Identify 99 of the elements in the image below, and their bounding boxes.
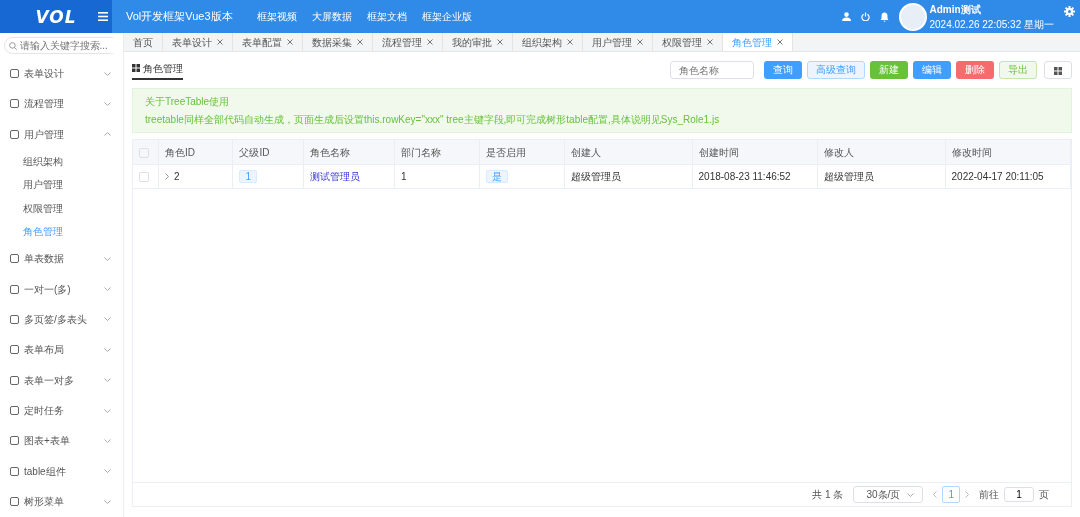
sidebar-item[interactable]: 用户管理: [0, 119, 123, 150]
search-icon: [9, 41, 17, 50]
sidebar-item[interactable]: 图表+表单: [0, 425, 123, 457]
chevron-down-icon[interactable]: [104, 439, 111, 443]
close-icon[interactable]: [357, 39, 363, 46]
close-icon[interactable]: [427, 39, 433, 46]
square-icon: [10, 129, 19, 139]
table-cell: 2018-08-23 11:46:52: [698, 170, 791, 182]
power-icon[interactable]: [860, 12, 870, 22]
chevron-down-icon[interactable]: [104, 317, 111, 322]
sidebar-item[interactable]: 流程管理: [0, 88, 123, 120]
sidebar-item[interactable]: 定时任务: [0, 395, 123, 426]
square-icon: [10, 315, 19, 324]
user-name: Admin测试: [929, 2, 982, 17]
notice-title: 关于TreeTable使用: [145, 95, 231, 110]
sidebar-item[interactable]: 表单一对多: [0, 365, 123, 396]
close-icon[interactable]: [707, 39, 713, 46]
row-checkbox[interactable]: [139, 172, 149, 183]
nav-link[interactable]: 框架企业版: [421, 9, 472, 25]
column-header: 部门名称: [400, 146, 441, 158]
total-count: 共 1 条: [812, 488, 844, 502]
square-icon: [10, 436, 19, 446]
chevron-down-icon[interactable]: [104, 287, 111, 292]
column-settings-button[interactable]: [1044, 61, 1072, 80]
avatar[interactable]: [898, 2, 927, 31]
square-icon: [10, 466, 19, 476]
close-icon[interactable]: [637, 39, 643, 46]
column-header: 角色名称: [309, 146, 350, 158]
expand-icon[interactable]: [165, 172, 169, 180]
column-header: 是否启用: [485, 146, 526, 158]
page-input[interactable]: 1: [1004, 487, 1034, 502]
square-icon: [10, 406, 19, 416]
column-header: 修改人: [823, 146, 854, 158]
column-header: 创建时间: [698, 146, 739, 158]
close-icon[interactable]: [287, 39, 293, 46]
chevron-down-icon[interactable]: [104, 71, 111, 76]
table-link[interactable]: 测试管理员: [309, 170, 360, 182]
grid-icon: [1054, 66, 1062, 75]
chevron-up-icon[interactable]: [104, 132, 111, 137]
page-title: 角色管理: [132, 60, 183, 80]
nav-link[interactable]: 大屏数据: [311, 9, 352, 25]
sidebar-item[interactable]: 表单布局: [0, 334, 123, 366]
table-cell: 2022-04-17 20:11:05: [951, 170, 1044, 182]
page-size-select[interactable]: 30条/页: [853, 486, 924, 503]
column-header: 修改时间: [951, 146, 992, 158]
close-icon[interactable]: [497, 39, 503, 46]
chevron-down-icon: [907, 492, 915, 497]
settings-icon[interactable]: [1064, 6, 1075, 18]
chevron-down-icon[interactable]: [104, 469, 111, 474]
square-icon: [10, 69, 19, 79]
sidebar-item[interactable]: 表单设计: [0, 58, 123, 89]
square-icon: [10, 284, 19, 294]
sidebar-subitem[interactable]: 组织架构: [0, 149, 123, 173]
bell-icon[interactable]: [879, 11, 889, 22]
square-icon: [10, 497, 19, 507]
search-input[interactable]: 角色名称: [669, 61, 754, 80]
tag: 是: [485, 169, 508, 183]
nav-link[interactable]: 框架视频: [256, 9, 297, 25]
goto-label: 前往: [979, 488, 999, 502]
square-icon: [10, 254, 19, 264]
app-title: Vol开发框架Vue3版本: [126, 9, 233, 25]
table-cell: 超级管理员: [823, 170, 874, 182]
sidebar-subitem[interactable]: 用户管理: [0, 173, 123, 197]
square-icon: [10, 99, 19, 109]
sidebar-item[interactable]: 单表数据: [0, 243, 123, 274]
sidebar-subitem[interactable]: 权限管理: [0, 196, 123, 221]
select-all-checkbox[interactable]: [139, 147, 149, 158]
menu-icon[interactable]: [98, 12, 108, 22]
column-header: 角色ID: [165, 146, 195, 158]
date-time: 2024.02.26 22:05:32 星期一: [929, 17, 1054, 32]
chevron-down-icon[interactable]: [104, 256, 111, 261]
close-icon[interactable]: [777, 39, 783, 46]
sidebar-item[interactable]: 树形菜单: [0, 486, 123, 517]
table-cell: 1: [400, 170, 407, 182]
logo: VOL: [0, 0, 112, 34]
square-icon: [10, 345, 19, 355]
chevron-down-icon[interactable]: [104, 347, 111, 352]
table-cell: 超级管理员: [571, 170, 621, 182]
chevron-left-icon[interactable]: [933, 491, 938, 498]
column-header: 创建人: [571, 146, 601, 158]
chevron-down-icon[interactable]: [104, 499, 111, 504]
chevron-right-icon[interactable]: [965, 491, 969, 498]
grid-icon: [132, 64, 140, 73]
chevron-down-icon[interactable]: [104, 408, 111, 413]
column-header: 父级ID: [239, 146, 270, 158]
sidebar-item[interactable]: 多页签/多表头: [0, 304, 123, 335]
square-icon: [10, 375, 19, 385]
notice-text: treetable同样全部代码自动生成，页面生成后设置this.rowKey="xxx" tree主键字段,即可完成树形table配置,具体说明见Sys_Role1.js: [145, 113, 721, 128]
close-icon[interactable]: [567, 39, 573, 46]
page-unit-label: 页: [1039, 488, 1049, 502]
user-icon[interactable]: [841, 12, 851, 22]
chevron-down-icon[interactable]: [104, 101, 111, 106]
sidebar-item[interactable]: 一对一(多): [0, 273, 123, 305]
close-icon[interactable]: [217, 39, 223, 46]
sidebar-item[interactable]: table组件: [0, 456, 123, 487]
tag: 1: [239, 169, 257, 183]
nav-link[interactable]: 框架文档: [366, 9, 407, 25]
chevron-down-icon[interactable]: [104, 378, 111, 383]
table-cell-text: 2: [174, 169, 180, 184]
